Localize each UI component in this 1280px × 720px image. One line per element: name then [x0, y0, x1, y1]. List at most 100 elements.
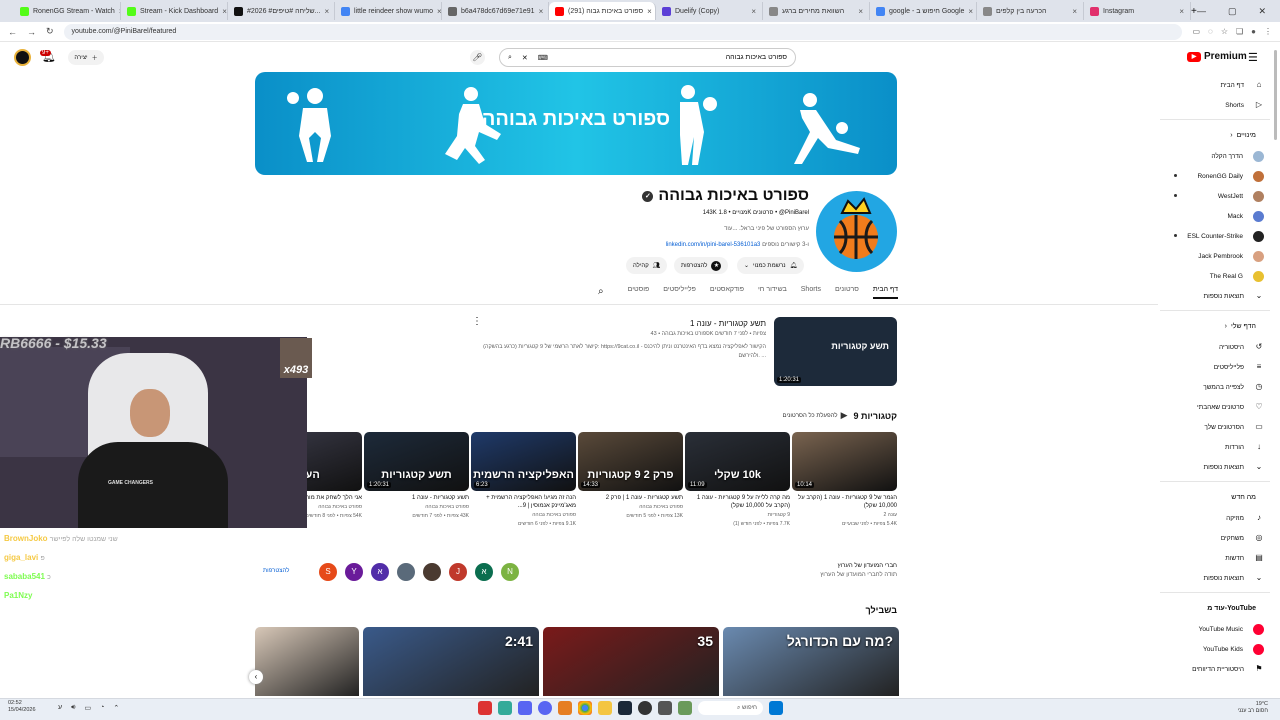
sidebar-item[interactable]: הורדות ↓	[1160, 437, 1270, 457]
member-avatar[interactable]	[397, 563, 415, 581]
cast-icon[interactable]: ▭	[1192, 27, 1200, 36]
channel-search-icon[interactable]: ⌕	[598, 286, 604, 297]
video-channel[interactable]: ספורט באיכות גבוהה	[578, 504, 683, 511]
member-avatar[interactable]: J	[449, 563, 467, 581]
browser-tab[interactable]: Instagram ×	[1084, 2, 1191, 20]
sidebar-item[interactable]: משחקים ◎	[1160, 528, 1270, 548]
tab-close-icon[interactable]: ×	[1072, 7, 1077, 16]
sidebar-item[interactable]: חדשות ▤	[1160, 548, 1270, 568]
app-icon-10[interactable]	[658, 701, 672, 715]
maximize-icon[interactable]: ▢	[1228, 6, 1237, 17]
playlist-video-card[interactable]: 10k שקלי 11:09 מה קרה ללייה על 9 קטגוריות …	[685, 432, 790, 528]
tab-close-icon[interactable]: ×	[222, 7, 227, 16]
obs-icon[interactable]	[638, 701, 652, 715]
sidebar-item[interactable]: מוזיקה ♪	[1160, 508, 1270, 528]
channel-tab[interactable]: דף הבית	[872, 286, 898, 299]
widget-icon[interactable]	[678, 701, 692, 715]
playlist-title[interactable]: 9 קטגוריות	[853, 411, 897, 421]
sidebar-item[interactable]: סרטונים שאהבתי ♡	[1160, 397, 1270, 417]
channel-tab[interactable]: פלייליסטים	[663, 286, 696, 299]
play-all-button[interactable]: להפעלת כל הסרטונים ▶	[783, 410, 848, 421]
member-avatar[interactable]: א	[475, 563, 493, 581]
sidebar-item[interactable]: Mack	[1160, 206, 1270, 226]
video-thumbnail[interactable]: 10k שקלי 11:09	[685, 432, 790, 491]
language-icon[interactable]: ע	[58, 704, 62, 712]
member-avatar[interactable]: S	[319, 563, 337, 581]
member-avatar[interactable]: N	[501, 563, 519, 581]
clear-search-icon[interactable]: ✕	[522, 54, 528, 62]
video-thumbnail[interactable]: 10:14	[792, 432, 897, 491]
video-channel[interactable]: ספורט באיכות גבוהה	[364, 504, 469, 511]
voice-search-icon[interactable]: 🎤︎	[470, 50, 485, 65]
file-explorer-icon[interactable]	[598, 701, 612, 715]
sidebar-item[interactable]: לצפייה בהמשך ◷	[1160, 377, 1270, 397]
sidebar-item[interactable]: תוצאות נוספות ⌄	[1160, 457, 1270, 477]
browser-tab[interactable]: Duelify (Copy) ×	[656, 2, 763, 20]
video-channel[interactable]: ספורט באיכות גבוהה	[471, 512, 576, 519]
sidebar-item[interactable]: היסטוריית הדיווחים ⚑	[1160, 659, 1270, 679]
sidebar-item[interactable]: YouTube Kids	[1160, 639, 1270, 659]
for-you-video-card[interactable]: 35	[543, 627, 719, 696]
browser-tab[interactable]: Stream - Kick Dashboard ×	[121, 2, 228, 20]
search-icon[interactable]: ⌕	[508, 54, 512, 62]
app-icon-1[interactable]	[478, 701, 492, 715]
weather-widget[interactable]: 19°C חסום רב ענני	[1238, 701, 1268, 715]
tab-close-icon[interactable]: ×	[437, 7, 441, 16]
minimize-icon[interactable]: —	[1197, 6, 1206, 17]
forward-icon[interactable]: →	[27, 27, 36, 37]
tab-close-icon[interactable]: ×	[539, 7, 544, 16]
browser-tab[interactable]: google - חיפוש ב Google ×	[870, 2, 977, 20]
browser-tab[interactable]: #2026 #שליחה #טיפים... ×	[228, 2, 335, 20]
members-join-link[interactable]: להצטרפות	[263, 568, 289, 574]
channel-link[interactable]: linkedin.com/in/pini-barel-536101a3	[666, 242, 761, 248]
featured-video-thumbnail[interactable]: תשע קטגוריות 1:20:31	[774, 317, 897, 386]
steam-icon[interactable]	[618, 701, 632, 715]
channel-tab[interactable]: Shorts	[801, 286, 821, 299]
search-box[interactable]: ⌕ ✕ ⌨ ספורט באיכות גבוהה	[499, 48, 796, 67]
chrome-icon[interactable]	[578, 701, 592, 715]
app-icon-2[interactable]	[498, 701, 512, 715]
tab-close-icon[interactable]: ×	[858, 7, 863, 16]
sidebar-item[interactable]: ESL Counter-Strike	[1160, 226, 1270, 246]
discord-icon[interactable]	[538, 701, 552, 715]
tab-close-icon[interactable]: ×	[647, 7, 652, 16]
member-avatar[interactable]	[423, 563, 441, 581]
browser-tab[interactable]: b6a478dc67d69e71e91 ×	[442, 2, 549, 20]
browser-tab[interactable]: (291) ספורט באיכות גבוה ×	[549, 2, 656, 20]
sidebar-item[interactable]: Jack Pembrook	[1160, 246, 1270, 266]
create-button[interactable]: יצירה ＋	[68, 50, 104, 65]
youtube-premium-logo[interactable]: ▶ Premium	[1187, 51, 1247, 62]
subscribed-button[interactable]: ⌄ נרשמת כמנוי 🔔︎	[737, 257, 805, 274]
sidebar-item[interactable]: הסרטונים שלך ▭	[1160, 417, 1270, 437]
video-thumbnail[interactable]: פרק 2 9 קטגוריות 14:33	[578, 432, 683, 491]
tab-close-icon[interactable]: ×	[968, 7, 973, 16]
bookmark-star-icon[interactable]: ☆	[1221, 27, 1228, 36]
sidebar-item[interactable]: YouTube Music	[1160, 619, 1270, 639]
video-thumbnail[interactable]: האפליקציה הרשמית 6:23	[471, 432, 576, 491]
playlist-video-card[interactable]: האפליקציה הרשמית 6:23 הנה זה מגיע! האפליקצ…	[471, 432, 576, 528]
battery-icon[interactable]: ▭	[85, 704, 92, 712]
tab-close-icon[interactable]: ×	[1179, 7, 1184, 16]
extensions-icon[interactable]: ❏	[1236, 27, 1243, 36]
featured-more-icon[interactable]: ⋮	[472, 316, 482, 327]
playlist-video-card[interactable]: פרק 2 9 קטגוריות 14:33 תשע קטגוריות - עונה…	[578, 432, 683, 528]
reload-icon[interactable]: ↻	[46, 26, 54, 37]
video-channel[interactable]: עונה 2	[792, 512, 898, 519]
profile-icon[interactable]: ●	[1251, 27, 1256, 36]
more-links-text[interactable]: ו-3 קישורים נוספים	[762, 242, 809, 248]
sidebar-item[interactable]: היסטוריה ↺	[1160, 337, 1270, 357]
page-scrollbar[interactable]	[1274, 50, 1277, 140]
channel-description[interactable]: ערוץ הספורט של פיני בראל. ...עוד	[724, 226, 809, 232]
taskbar-search[interactable]: ⌕ חיפוש	[698, 701, 763, 715]
browser-tab[interactable]: הכרעה בין קלפים ×	[977, 2, 1084, 20]
eye-off-icon[interactable]: ◌	[1208, 27, 1213, 36]
channel-tab[interactable]: פוסטים	[628, 286, 650, 299]
channel-tab[interactable]: פודקאסטים	[710, 286, 744, 299]
network-icon[interactable]: ◔	[100, 704, 104, 712]
sidebar-item[interactable]: WestJett	[1160, 186, 1270, 206]
app-icon-3[interactable]	[518, 701, 532, 715]
for-you-video-card[interactable]: 2:41	[363, 627, 539, 696]
video-title[interactable]: תשע קטגוריות - עונה 1 | פרק 2	[578, 494, 683, 502]
keyboard-icon[interactable]: ⌨	[538, 54, 548, 62]
app-icon-5[interactable]	[558, 701, 572, 715]
